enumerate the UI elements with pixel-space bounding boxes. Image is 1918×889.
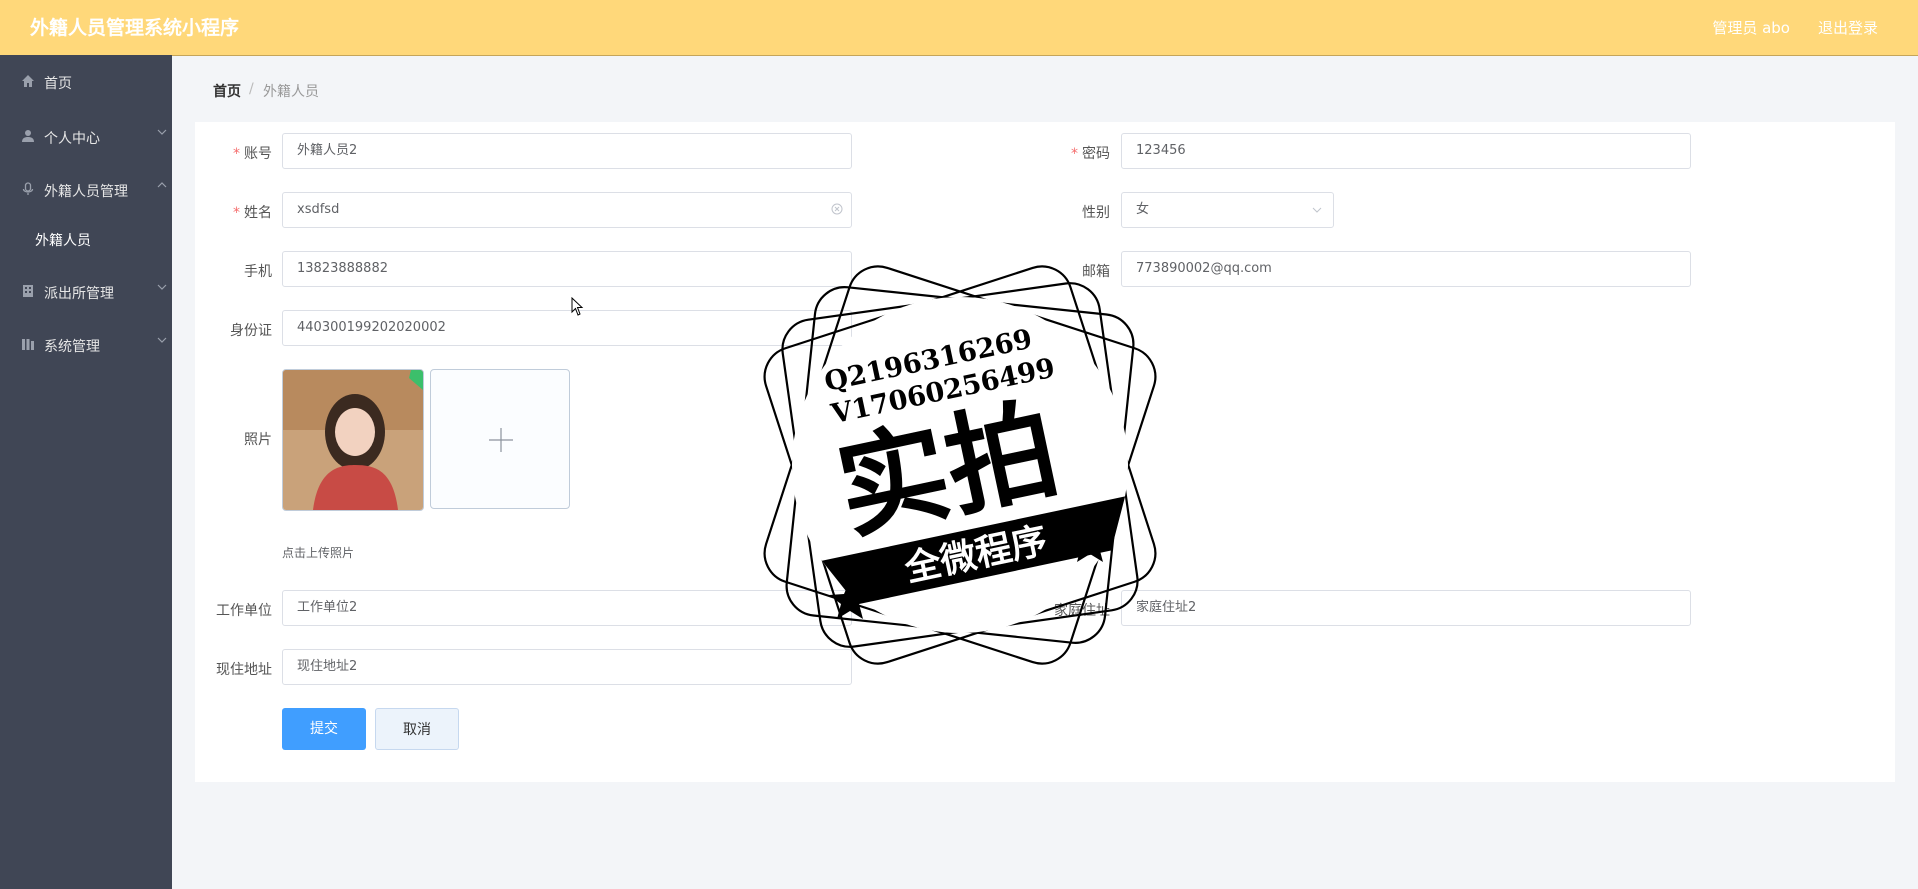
- gender-value: 女: [1136, 202, 1150, 217]
- breadcrumb-separator: /: [249, 81, 254, 97]
- chevron-down-icon: [157, 129, 167, 135]
- chevron-down-icon: [157, 284, 167, 290]
- account-label: * 账号: [233, 146, 272, 162]
- upload-hint: 点击上传照片: [282, 546, 355, 560]
- gender-select[interactable]: 女: [1121, 192, 1334, 228]
- chevron-down-icon: [157, 337, 167, 343]
- name-label: * 姓名: [233, 205, 272, 221]
- sidebar-item-profile[interactable]: 个人中心: [0, 122, 172, 152]
- building-icon: [23, 285, 33, 297]
- sidebar-item-system[interactable]: 系统管理: [0, 330, 172, 360]
- sidebar-item-foreigner-management[interactable]: 外籍人员管理: [0, 175, 172, 205]
- email-input[interactable]: 773890002@qq.com: [1121, 251, 1691, 287]
- clear-icon[interactable]: [831, 203, 843, 215]
- library-icon: [22, 339, 34, 350]
- sidebar-item-label: 个人中心: [44, 131, 100, 147]
- upload-photo-button[interactable]: [430, 369, 570, 509]
- sidebar-item-label: 外籍人员管理: [44, 184, 128, 200]
- watermark-stamp: Q2196316269 V17060256499 实拍 全微程序: [763, 265, 1157, 665]
- current-user: 管理员 abo: [1712, 19, 1790, 37]
- breadcrumb-home[interactable]: 首页: [213, 81, 241, 101]
- user-icon: [22, 130, 34, 142]
- sidebar-item-label: 系统管理: [44, 339, 100, 355]
- home-address-input[interactable]: 家庭住址2: [1121, 590, 1691, 626]
- sidebar-item-label: 首页: [44, 76, 72, 92]
- account-input[interactable]: 外籍人员2: [282, 133, 852, 169]
- top-header: 外籍人员管理系统小程序 管理员 abo 退出登录: [0, 0, 1918, 56]
- uploaded-photo[interactable]: [282, 369, 424, 511]
- breadcrumb-current: 外籍人员: [263, 84, 319, 100]
- sidebar-item-home[interactable]: 首页: [0, 67, 172, 97]
- gender-label: 性别: [1082, 205, 1110, 221]
- photo-label: 照片: [244, 432, 272, 448]
- work-unit-label: 工作单位: [216, 603, 272, 619]
- app-title: 外籍人员管理系统小程序: [30, 17, 240, 39]
- photo-thumbnail: [283, 370, 423, 510]
- sidebar-item-label: 派出所管理: [44, 286, 114, 302]
- breadcrumb: 首页 / 外籍人员: [195, 56, 1895, 123]
- sidebar-subitem-foreigner[interactable]: 外籍人员: [35, 230, 91, 250]
- mouse-cursor-icon: [571, 297, 584, 316]
- home-icon: [22, 75, 34, 87]
- sidebar-item-police-station[interactable]: 派出所管理: [0, 277, 172, 307]
- name-value: xsdfsd: [297, 202, 340, 217]
- chevron-up-icon: [157, 182, 167, 188]
- sidebar: 首页 个人中心 外籍人员管理 外籍人员 派出所管理 系统管理: [0, 55, 172, 889]
- phone-label: 手机: [244, 264, 272, 280]
- logout-link[interactable]: 退出登录: [1818, 17, 1878, 38]
- submit-button[interactable]: 提交: [282, 708, 366, 750]
- cancel-button[interactable]: 取消: [375, 708, 459, 750]
- password-label: * 密码: [1071, 146, 1110, 162]
- chevron-down-icon: [1312, 207, 1322, 213]
- name-input[interactable]: xsdfsd: [282, 192, 852, 228]
- current-address-label: 现住地址: [216, 662, 272, 678]
- mic-icon: [22, 182, 34, 195]
- id-card-label: 身份证: [230, 323, 272, 339]
- plus-icon: [489, 428, 513, 452]
- password-input[interactable]: 123456: [1121, 133, 1691, 169]
